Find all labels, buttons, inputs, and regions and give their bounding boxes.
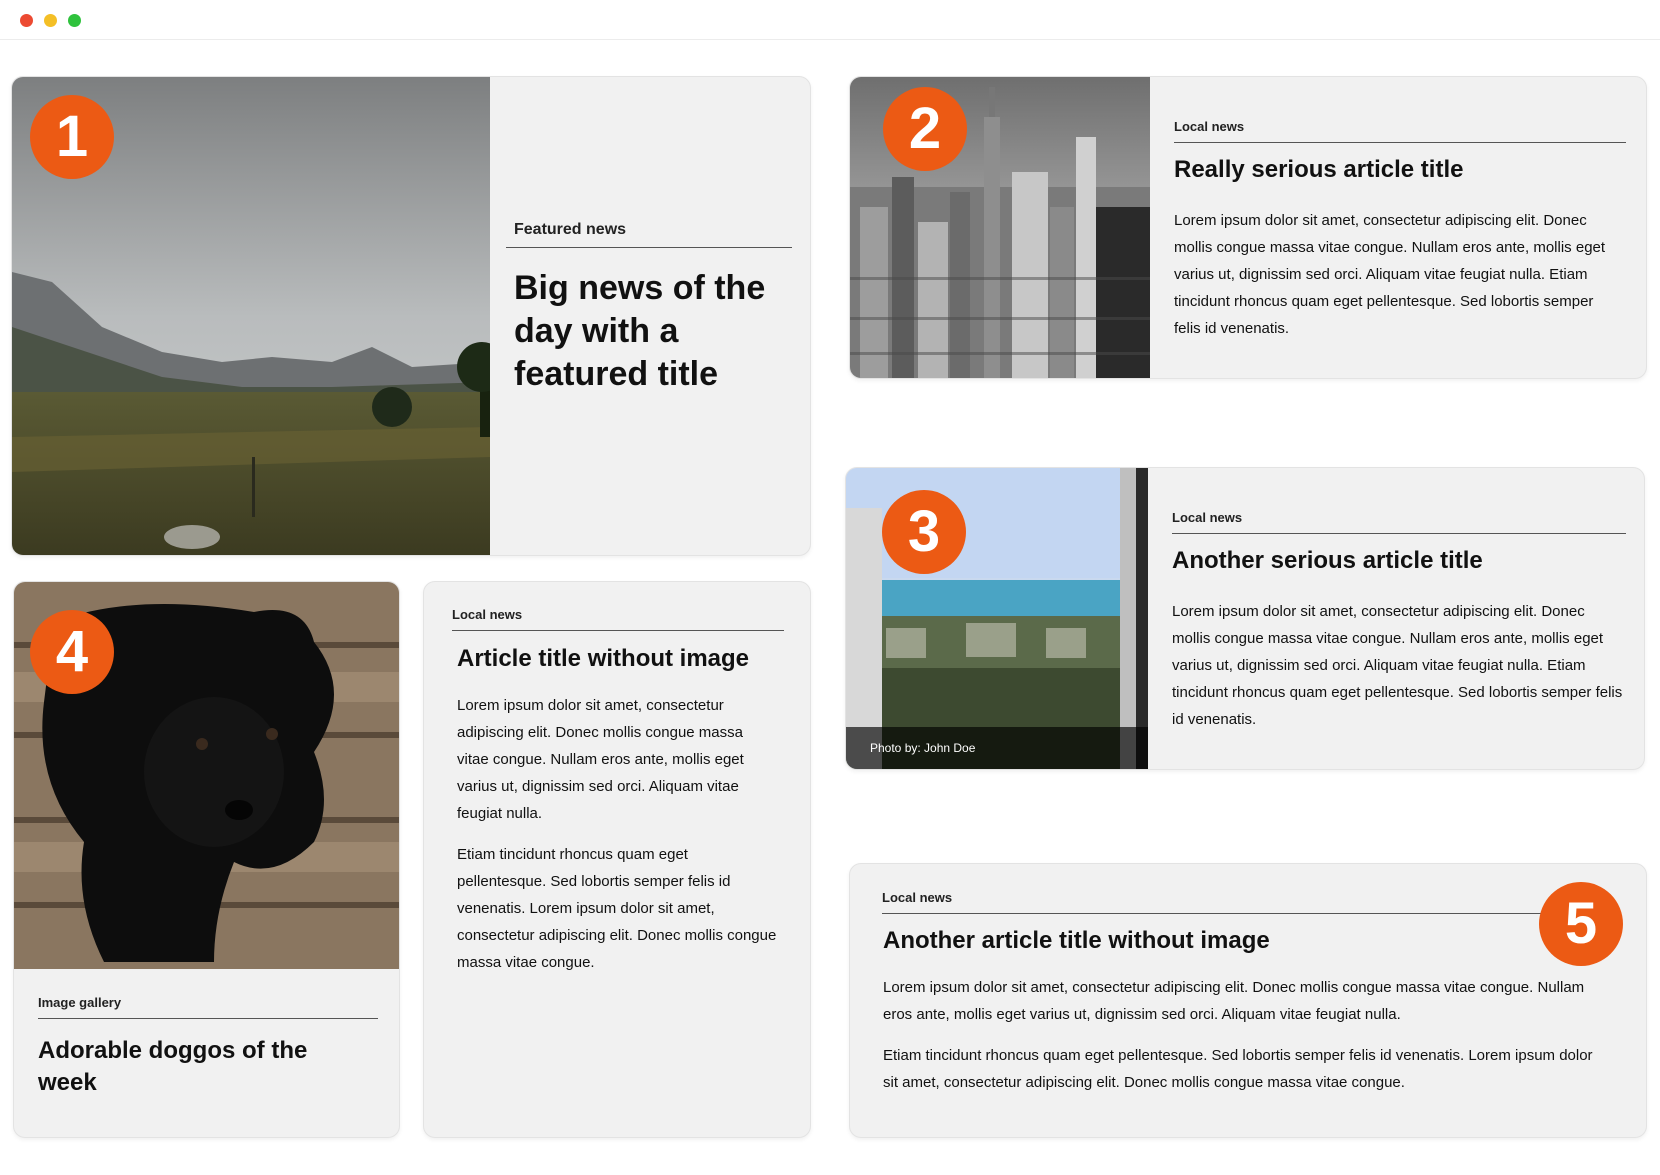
- article-2-body: Lorem ipsum dolor sit amet, consectetur …: [1174, 212, 1606, 337]
- close-window-button[interactable]: [20, 14, 33, 27]
- article-5-body: Lorem ipsum dolor sit amet, consectetur …: [883, 974, 1603, 1110]
- article-2-kicker: Local news: [1174, 119, 1626, 143]
- article-5-kicker: Local news: [882, 890, 1558, 914]
- no-image-kicker: Local news: [452, 607, 784, 631]
- image-gallery-card[interactable]: 4 Image gallery Adorable doggos of the w…: [13, 581, 400, 1138]
- featured-news-card[interactable]: 1 Featured news Big news of the day with…: [11, 76, 811, 556]
- gallery-title[interactable]: Adorable doggos of the week: [38, 1035, 368, 1099]
- maximize-window-button[interactable]: [68, 14, 81, 27]
- number-badge-1: 1: [30, 95, 114, 179]
- no-image-paragraph-2: Etiam tincidunt rhoncus quam eget pellen…: [457, 846, 777, 971]
- article-3-kicker: Local news: [1172, 510, 1626, 534]
- number-badge-5: 5: [1539, 882, 1623, 966]
- article-3-title[interactable]: Another serious article title: [1172, 546, 1622, 575]
- article-card-5[interactable]: Local news 5 Another article title witho…: [849, 863, 1647, 1138]
- no-image-paragraph-1: Lorem ipsum dolor sit amet, consectetur …: [457, 697, 744, 822]
- article-5-paragraph-2: Etiam tincidunt rhoncus quam eget pellen…: [883, 1047, 1593, 1091]
- browser-window: 1 Featured news Big news of the day with…: [0, 0, 1660, 1175]
- no-image-title[interactable]: Article title without image: [457, 644, 787, 673]
- gallery-kicker: Image gallery: [38, 995, 378, 1019]
- no-image-body: Lorem ipsum dolor sit amet, consectetur …: [457, 692, 777, 990]
- article-card-no-image[interactable]: Local news Article title without image L…: [423, 581, 811, 1138]
- minimize-window-button[interactable]: [44, 14, 57, 27]
- article-card-2[interactable]: 2 Local news Really serious article titl…: [849, 76, 1647, 379]
- article-card-3[interactable]: 3 Photo by: John Doe Local news Another …: [845, 467, 1645, 770]
- number-badge-3: 3: [882, 490, 966, 574]
- article-5-paragraph-1: Lorem ipsum dolor sit amet, consectetur …: [883, 979, 1585, 1023]
- featured-title[interactable]: Big news of the day with a featured titl…: [514, 267, 784, 396]
- title-bar: [0, 0, 1660, 40]
- article-5-title[interactable]: Another article title without image: [883, 926, 1523, 955]
- number-badge-2: 2: [883, 87, 967, 171]
- article-2-title[interactable]: Really serious article title: [1174, 155, 1624, 184]
- photo-caption: Photo by: John Doe: [846, 727, 1148, 769]
- article-3-body: Lorem ipsum dolor sit amet, consectetur …: [1172, 603, 1623, 728]
- number-badge-4: 4: [30, 610, 114, 694]
- featured-kicker: Featured news: [506, 221, 792, 248]
